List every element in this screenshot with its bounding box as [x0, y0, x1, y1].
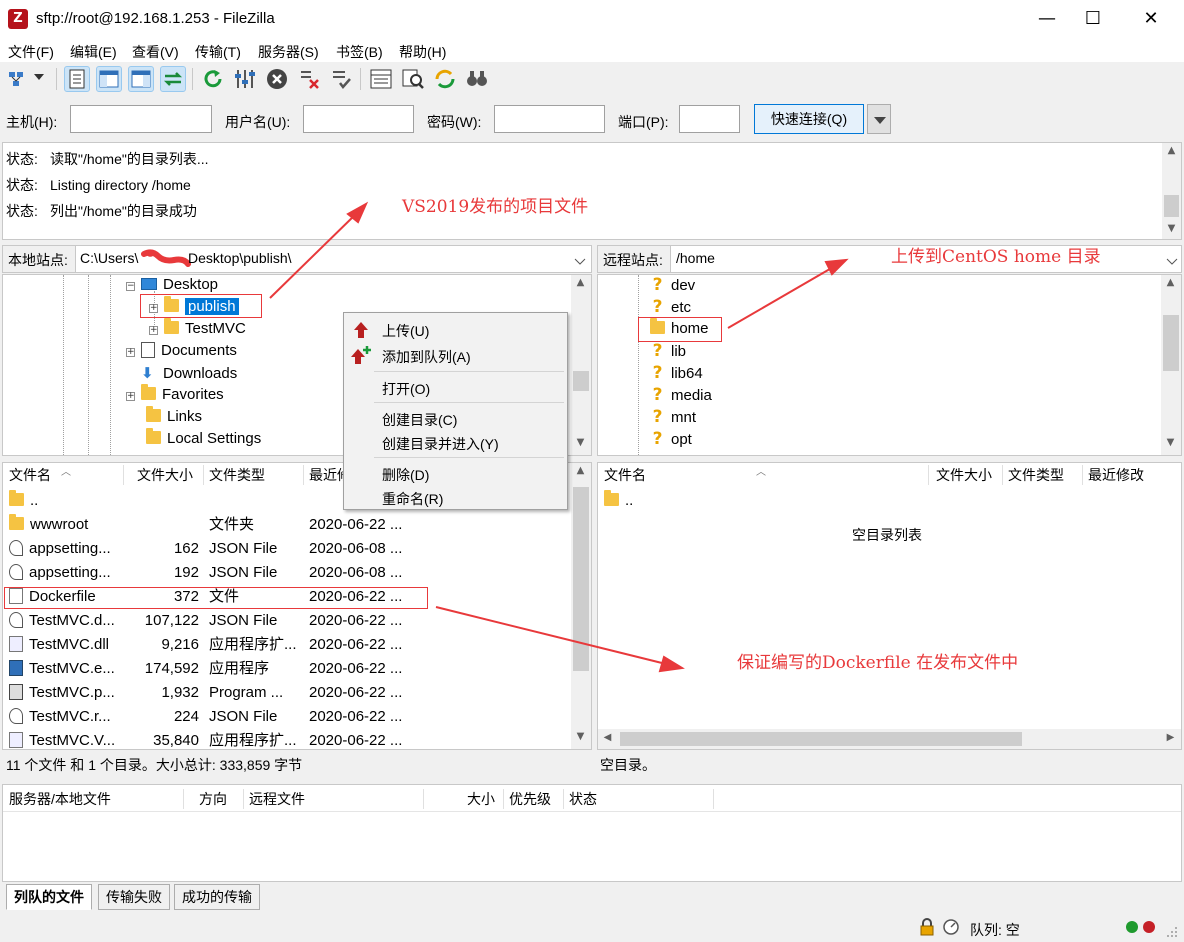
annotation-dockerfile-note: 保证编写的Dockerfile 在发布文件中 [737, 653, 1019, 673]
annotation-home-note: 上传到CentOS home 目录 [891, 247, 1101, 267]
annotation-publish-note: VS2019发布的项目文件 [402, 197, 589, 217]
annotation-arrows [269, 201, 849, 673]
annotation-arrow-lines [269, 201, 849, 673]
